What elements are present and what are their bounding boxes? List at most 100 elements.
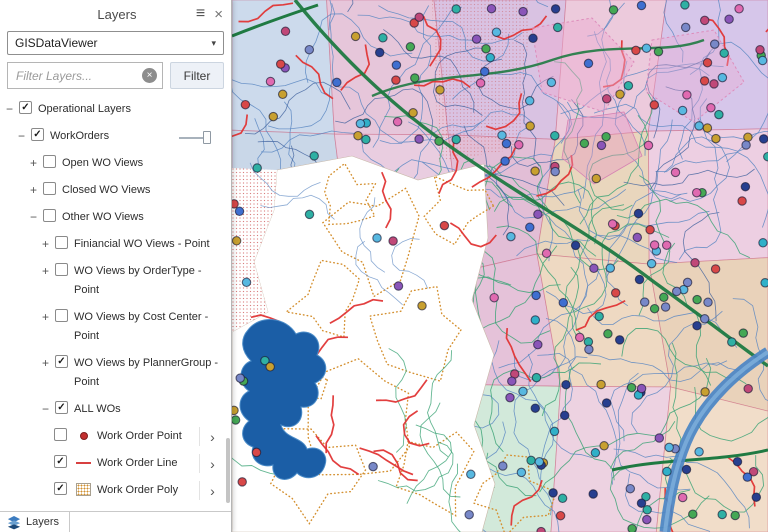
map-marker[interactable] (615, 89, 625, 100)
map-marker[interactable] (741, 140, 751, 150)
map-marker[interactable] (486, 3, 497, 14)
map-marker[interactable] (414, 134, 424, 144)
map-marker[interactable] (506, 231, 516, 242)
map-marker[interactable] (536, 526, 546, 532)
map-marker[interactable] (530, 403, 541, 413)
map-marker[interactable] (758, 134, 768, 144)
map-marker[interactable] (646, 258, 657, 269)
layer-item-finiancial-wo-views-point[interactable]: + Finiancial WO Views - Point (0, 231, 225, 258)
map-marker[interactable] (434, 136, 444, 146)
map-marker[interactable] (702, 123, 713, 133)
map-marker[interactable] (235, 373, 245, 383)
map-marker[interactable] (464, 509, 474, 520)
map-marker[interactable] (634, 274, 645, 285)
map-marker[interactable] (361, 134, 371, 145)
map-marker[interactable] (546, 77, 557, 88)
map-marker[interactable] (642, 514, 652, 525)
layer-item-work-order-line[interactable]: ✓ Work Order Line › (0, 450, 225, 477)
map-marker[interactable] (702, 57, 713, 68)
map-marker[interactable] (498, 461, 508, 471)
map-marker[interactable] (232, 199, 239, 209)
map-marker[interactable] (681, 464, 692, 475)
map-marker[interactable] (350, 31, 361, 42)
map-marker[interactable] (688, 509, 698, 519)
map-marker[interactable] (680, 22, 691, 33)
checkbox-closed-wo-views[interactable] (43, 182, 56, 195)
map-marker[interactable] (485, 52, 496, 63)
collapse-icon[interactable]: − (42, 402, 55, 416)
map-marker[interactable] (374, 47, 385, 58)
map-marker[interactable] (699, 314, 710, 324)
map-marker[interactable] (451, 4, 461, 14)
map-marker[interactable] (475, 78, 486, 88)
close-icon[interactable]: × (214, 6, 223, 23)
map-marker[interactable] (599, 441, 609, 451)
layer-item-wo-views-by-ordertype-point[interactable]: + WO Views by OrderType - Point (0, 258, 225, 304)
map-marker[interactable] (623, 80, 634, 91)
layer-item-closed-wo-views[interactable]: + Closed WO Views (0, 177, 225, 204)
map-marker[interactable] (497, 130, 507, 141)
map-marker[interactable] (719, 48, 729, 58)
map-marker[interactable] (491, 27, 502, 37)
map-marker[interactable] (653, 46, 664, 57)
map-marker[interactable] (706, 103, 716, 113)
checkbox-operational-layers[interactable]: ✓ (19, 101, 32, 114)
scrollbar-thumb[interactable] (226, 438, 230, 503)
map-marker[interactable] (608, 5, 619, 15)
map-marker[interactable] (275, 59, 286, 69)
map-marker[interactable] (507, 376, 517, 386)
map-marker[interactable] (591, 173, 602, 184)
map-marker[interactable] (530, 166, 540, 176)
map-marker[interactable] (555, 510, 566, 521)
map-marker[interactable] (625, 483, 636, 494)
layers-tab[interactable]: Layers (0, 512, 71, 532)
map-marker[interactable] (570, 240, 581, 251)
map-marker[interactable] (558, 297, 569, 308)
map-marker[interactable] (353, 130, 363, 141)
map-marker[interactable] (755, 45, 765, 55)
checkbox-other-wo-views[interactable] (43, 209, 56, 222)
layer-item-work-order-point[interactable]: Work Order Point › (0, 423, 225, 450)
map-marker[interactable] (632, 232, 643, 243)
checkbox-all-wos[interactable]: ✓ (55, 401, 68, 414)
map-marker[interactable] (561, 379, 571, 390)
map-marker[interactable] (699, 15, 710, 26)
map-marker[interactable] (391, 60, 402, 70)
map-marker[interactable] (711, 133, 721, 144)
map-marker[interactable] (760, 278, 768, 288)
map-marker[interactable] (601, 398, 612, 408)
map-marker[interactable] (691, 187, 702, 198)
map-marker[interactable] (405, 42, 416, 52)
map-marker[interactable] (757, 55, 768, 66)
map-marker[interactable] (642, 505, 652, 515)
map-marker[interactable] (596, 379, 606, 390)
map-marker[interactable] (549, 426, 560, 437)
map-marker[interactable] (489, 292, 499, 303)
map-marker[interactable] (614, 335, 625, 345)
map-marker[interactable] (717, 509, 727, 520)
map-marker[interactable] (682, 277, 693, 288)
map-marker[interactable] (670, 167, 681, 178)
map-marker[interactable] (631, 45, 641, 56)
map-marker[interactable] (740, 181, 751, 192)
map-marker[interactable] (505, 392, 515, 403)
map-marker[interactable] (514, 140, 524, 150)
filter-input[interactable]: Filter Layers... × (7, 62, 163, 89)
map-marker[interactable] (649, 100, 660, 110)
map-marker[interactable] (738, 328, 749, 338)
map-marker[interactable] (251, 447, 262, 458)
panel-scrollbar[interactable] (225, 96, 231, 511)
expand-icon[interactable]: + (30, 156, 43, 170)
layer-item-work-order-poly[interactable]: ✓ Work Order Poly › (0, 477, 225, 504)
map-marker[interactable] (737, 196, 747, 206)
checkbox-workorders[interactable]: ✓ (31, 128, 44, 141)
map-marker[interactable] (743, 132, 753, 142)
map-marker[interactable] (763, 151, 768, 162)
map-marker[interactable] (605, 263, 616, 273)
map-marker[interactable] (309, 151, 319, 161)
map-marker[interactable] (660, 302, 671, 312)
map-marker[interactable] (528, 33, 538, 44)
map-marker[interactable] (645, 225, 655, 235)
map-marker[interactable] (709, 79, 719, 89)
map-marker[interactable] (533, 339, 543, 350)
